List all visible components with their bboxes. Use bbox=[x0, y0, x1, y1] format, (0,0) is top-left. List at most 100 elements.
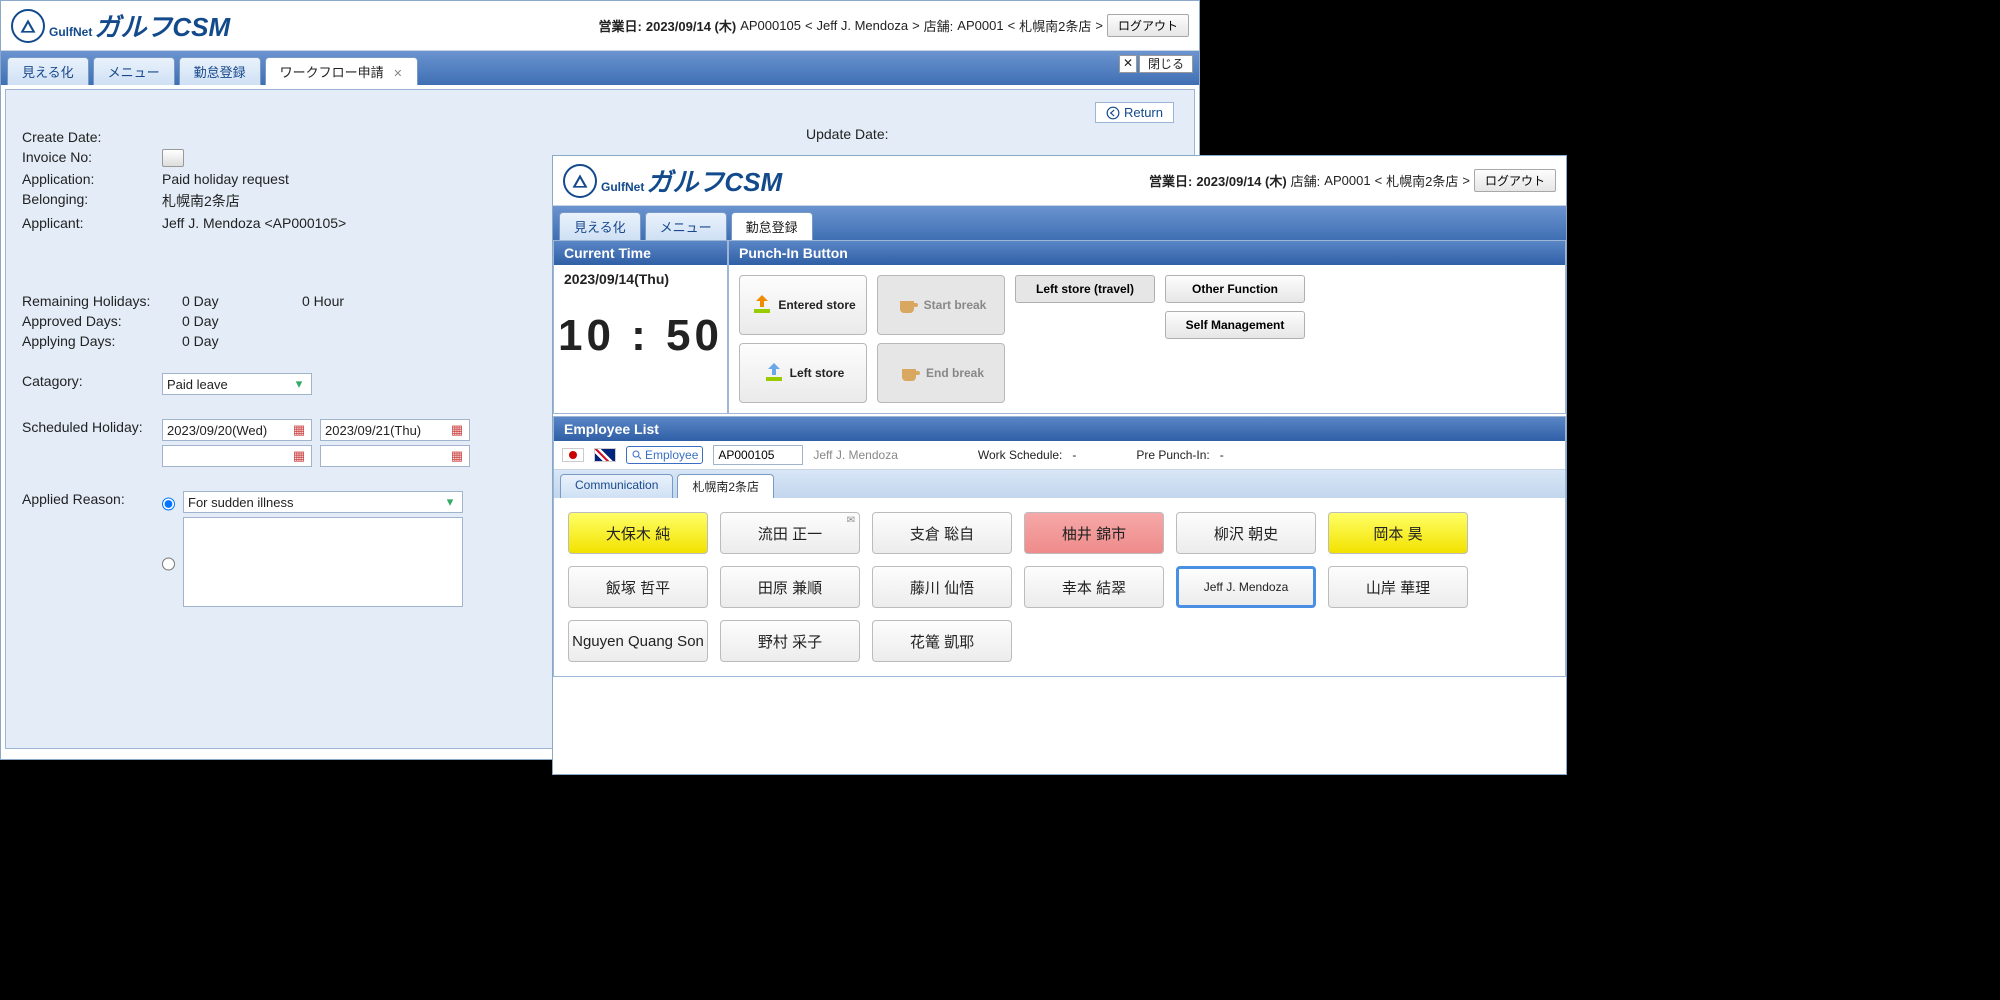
user-code: AP000105 bbox=[740, 18, 801, 33]
return-label: Return bbox=[1124, 105, 1163, 120]
employee-toolbar: Employee Jeff J. Mendoza Work Schedule: … bbox=[554, 441, 1565, 470]
category-label: Catagory: bbox=[22, 373, 162, 395]
employee-button[interactable]: 野村 采子 bbox=[720, 620, 860, 662]
tabbar-close-x[interactable]: ✕ bbox=[1119, 55, 1137, 73]
reason-radio-2[interactable] bbox=[162, 521, 175, 607]
approved-label: Approved Days: bbox=[22, 313, 182, 329]
employee-button[interactable]: 大保木 純 bbox=[568, 512, 708, 554]
emp-tab-store[interactable]: 札幌南2条店 bbox=[677, 474, 774, 498]
logout-button[interactable]: ログアウト bbox=[1107, 14, 1189, 37]
current-date: 2023/09/14(Thu) bbox=[554, 265, 727, 293]
application-value: Paid holiday request bbox=[162, 171, 289, 187]
attendance-window: GulfNetガルフCSM 営業日: 2023/09/14 (木) 店舗: AP… bbox=[552, 155, 1567, 775]
tab-mieruka[interactable]: 見える化 bbox=[559, 212, 641, 240]
logo-prefix: GulfNet bbox=[49, 25, 94, 39]
work-schedule-value: - bbox=[1072, 448, 1076, 462]
self-management-button[interactable]: Self Management bbox=[1165, 311, 1305, 339]
applying-label: Applying Days: bbox=[22, 333, 182, 349]
user-name: Jeff J. Mendoza bbox=[817, 18, 909, 33]
calendar-icon: ▦ bbox=[291, 448, 307, 464]
employee-button[interactable]: Jeff J. Mendoza bbox=[1176, 566, 1316, 608]
back-tabbar: 見える化 メニュー 勤怠登録 ワークフロー申請 ✕ ✕ 閉じる bbox=[1, 51, 1199, 85]
remaining-hours: 0 Hour bbox=[302, 293, 344, 309]
back-header: GulfNetガルフCSM 営業日: 2023/09/14 (木) AP0001… bbox=[1, 1, 1199, 51]
print-icon[interactable] bbox=[162, 149, 184, 167]
update-date-label: Update Date: bbox=[806, 126, 889, 142]
return-button[interactable]: Return bbox=[1095, 102, 1174, 123]
calendar-icon: ▦ bbox=[449, 422, 465, 438]
emp-tab-communication[interactable]: Communication bbox=[560, 474, 673, 498]
employee-code-input[interactable] bbox=[713, 445, 803, 465]
employee-button[interactable]: 岡本 昊 bbox=[1328, 512, 1468, 554]
left-store-button[interactable]: Left store bbox=[739, 343, 867, 403]
reason-textarea[interactable] bbox=[183, 517, 463, 607]
app-title: ガルフCSM bbox=[94, 12, 230, 42]
employee-button[interactable]: 山岸 華理 bbox=[1328, 566, 1468, 608]
employee-button[interactable]: Nguyen Quang Son bbox=[568, 620, 708, 662]
store-label: 店舗: bbox=[924, 16, 954, 35]
chevron-down-icon: ▾ bbox=[291, 376, 307, 392]
applicant-value: Jeff J. Mendoza <AP000105> bbox=[162, 215, 346, 235]
employee-panel: Employee List Employee Jeff J. Mendoza W… bbox=[553, 416, 1566, 677]
logo-icon bbox=[11, 9, 45, 43]
employee-button[interactable]: 柚井 錦市 bbox=[1024, 512, 1164, 554]
entered-store-button[interactable]: Entered store bbox=[739, 275, 867, 335]
tab-workflow[interactable]: ワークフロー申請 ✕ bbox=[265, 57, 418, 85]
category-value: Paid leave bbox=[167, 377, 228, 392]
current-time-header: Current Time bbox=[554, 241, 727, 265]
start-break-label: Start break bbox=[924, 298, 987, 312]
employee-search-button[interactable]: Employee bbox=[626, 446, 703, 464]
end-break-button[interactable]: End break bbox=[877, 343, 1005, 403]
employee-subtabs: Communication 札幌南2条店 bbox=[554, 470, 1565, 498]
employee-list-header: Employee List bbox=[554, 417, 1565, 441]
left-store-travel-button[interactable]: Left store (travel) bbox=[1015, 275, 1155, 303]
tab-kintai[interactable]: 勤怠登録 bbox=[179, 57, 261, 85]
employee-button[interactable]: 藤川 仙悟 bbox=[872, 566, 1012, 608]
flag-uk-icon[interactable] bbox=[594, 448, 616, 462]
employee-button[interactable]: 幸本 結翠 bbox=[1024, 566, 1164, 608]
scheduled-to-input-2[interactable]: ▦ bbox=[320, 445, 470, 467]
reason-radio-1[interactable] bbox=[162, 495, 175, 513]
front-tabbar: 見える化 メニュー 勤怠登録 bbox=[553, 206, 1566, 240]
scheduled-from-input[interactable]: 2023/09/20(Wed) ▦ bbox=[162, 419, 312, 441]
employee-button[interactable]: 田原 兼順 bbox=[720, 566, 860, 608]
employee-button[interactable]: 流田 正一✉ bbox=[720, 512, 860, 554]
scheduled-from-input-2[interactable]: ▦ bbox=[162, 445, 312, 467]
store-code: AP0001 bbox=[957, 18, 1003, 33]
tab-menu[interactable]: メニュー bbox=[645, 212, 727, 240]
reason-value: For sudden illness bbox=[188, 495, 294, 510]
tab-kintai[interactable]: 勤怠登録 bbox=[731, 212, 813, 240]
scheduled-to-input[interactable]: 2023/09/21(Thu) ▦ bbox=[320, 419, 470, 441]
entered-store-label: Entered store bbox=[778, 298, 855, 312]
employee-button[interactable]: 支倉 聡自 bbox=[872, 512, 1012, 554]
punch-panel: Punch-In Button Entered store Left store bbox=[728, 240, 1566, 414]
back-header-right: 営業日: 2023/09/14 (木) AP000105 <Jeff J. Me… bbox=[599, 14, 1189, 37]
tab-menu[interactable]: メニュー bbox=[93, 57, 175, 85]
employee-button[interactable]: 花篭 凱耶 bbox=[872, 620, 1012, 662]
tab-close-icon[interactable]: ✕ bbox=[393, 68, 402, 80]
category-select[interactable]: Paid leave ▾ bbox=[162, 373, 312, 395]
scheduled-to-value: 2023/09/21(Thu) bbox=[325, 423, 421, 438]
employee-button[interactable]: 柳沢 朝史 bbox=[1176, 512, 1316, 554]
biz-date-value: 2023/09/14 (木) bbox=[1196, 171, 1286, 190]
flag-jp-icon[interactable] bbox=[562, 448, 584, 462]
applicant-label: Applicant: bbox=[22, 215, 162, 235]
other-function-button[interactable]: Other Function bbox=[1165, 275, 1305, 303]
punch-header: Punch-In Button bbox=[729, 241, 1565, 265]
start-break-button[interactable]: Start break bbox=[877, 275, 1005, 335]
chevron-down-icon: ▾ bbox=[442, 494, 458, 510]
approved-value: 0 Day bbox=[182, 313, 219, 329]
pre-punch-label: Pre Punch-In: bbox=[1136, 448, 1209, 462]
belonging-label: Belonging: bbox=[22, 191, 162, 211]
tab-mieruka[interactable]: 見える化 bbox=[7, 57, 89, 85]
store-code: AP0001 bbox=[1324, 173, 1370, 188]
reason-select[interactable]: For sudden illness ▾ bbox=[183, 491, 463, 513]
tab-workflow-label: ワークフロー申請 bbox=[280, 65, 384, 80]
logout-button[interactable]: ログアウト bbox=[1474, 169, 1556, 192]
employee-button[interactable]: 飯塚 哲平 bbox=[568, 566, 708, 608]
create-date-label: Create Date: bbox=[22, 129, 162, 145]
store-name: 札幌南2条店 bbox=[1019, 16, 1091, 35]
reason-label: Applied Reason: bbox=[22, 491, 162, 513]
tabbar-close-button[interactable]: 閉じる bbox=[1139, 55, 1193, 73]
work-schedule-label: Work Schedule: bbox=[978, 448, 1063, 462]
